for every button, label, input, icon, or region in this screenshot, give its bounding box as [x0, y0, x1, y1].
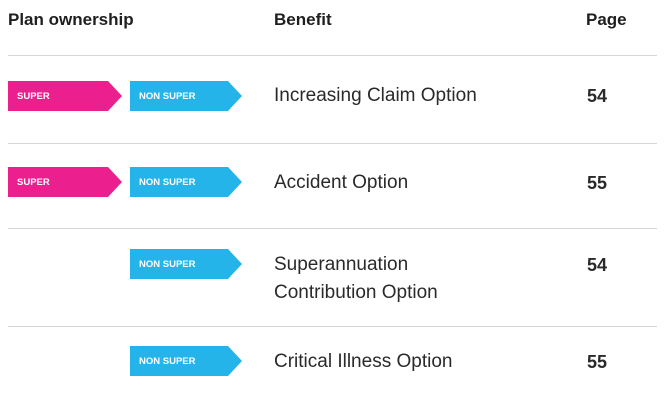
benefit-name: Critical Illness Option — [274, 351, 453, 372]
non-super-tag: NON SUPER — [130, 81, 242, 111]
non-super-tag: NON SUPER — [130, 249, 242, 279]
benefit-name: Superannuation Contribution Option — [274, 251, 554, 307]
benefit-name-line-2: Contribution Option — [274, 282, 438, 303]
row-divider — [8, 326, 657, 327]
page-number: 55 — [587, 173, 608, 193]
page-number: 55 — [587, 352, 608, 372]
row-divider — [8, 143, 657, 144]
benefit-name: Accident Option — [274, 172, 409, 193]
super-tag: SUPER — [8, 81, 122, 111]
benefit-name-line-1: Superannuation — [274, 254, 409, 275]
super-tag: SUPER — [8, 167, 122, 197]
benefit-name: Increasing Claim Option — [274, 85, 477, 106]
header-plan-ownership: Plan ownership — [8, 10, 134, 29]
header-benefit: Benefit — [274, 10, 332, 29]
row-divider — [8, 228, 657, 229]
header-page: Page — [586, 10, 627, 29]
header-divider — [8, 55, 657, 56]
non-super-tag: NON SUPER — [130, 346, 242, 376]
non-super-tag: NON SUPER — [130, 167, 242, 197]
page-number: 54 — [587, 255, 608, 275]
page-number: 54 — [587, 86, 608, 106]
